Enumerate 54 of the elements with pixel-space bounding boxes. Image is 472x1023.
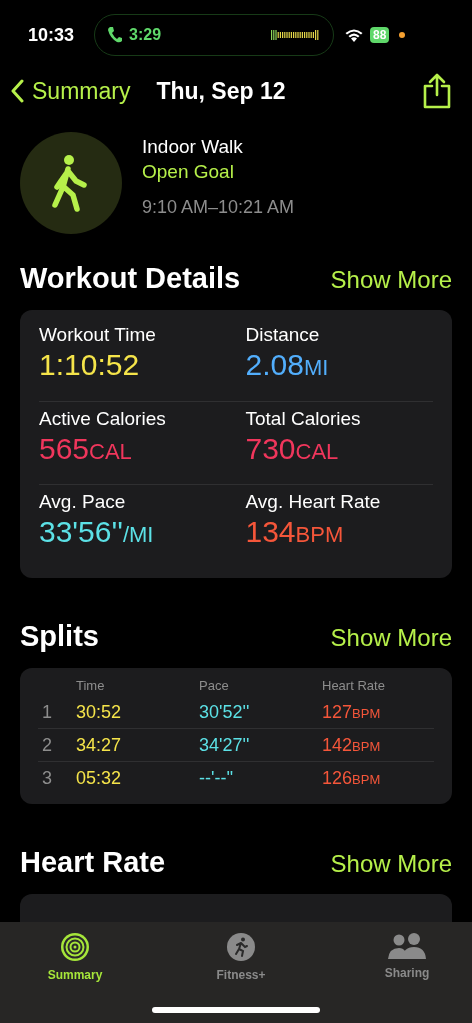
- stat-label: Workout Time: [39, 324, 157, 346]
- phone-icon: [107, 26, 123, 44]
- column-header: Time: [76, 677, 106, 693]
- split-number: 3: [41, 767, 53, 789]
- stat-value: 2.08MI: [245, 348, 330, 382]
- show-more-link[interactable]: Show More: [330, 624, 452, 652]
- split-pace: 34'27'': [199, 734, 251, 756]
- status-time: 10:33: [28, 24, 76, 46]
- split-time: 30:52: [76, 701, 123, 723]
- stat-value: 134BPM: [245, 515, 345, 550]
- split-time: 05:32: [76, 767, 123, 789]
- nav-title: Thu, Sep 12: [156, 77, 286, 105]
- stat-label: Active Calories: [39, 407, 167, 430]
- column-header: Heart Rate: [322, 677, 386, 693]
- privacy-dot: [399, 32, 406, 38]
- chevron-left-icon: [10, 79, 24, 103]
- split-pace: 30'52'': [199, 701, 251, 723]
- waveform-icon: [271, 28, 319, 42]
- wifi-icon: [344, 27, 364, 43]
- share-icon[interactable]: [422, 73, 452, 109]
- section-heading: Workout Details: [20, 262, 241, 295]
- tab[interactable]: Fitness+: [206, 932, 276, 982]
- rings-icon: [60, 932, 90, 962]
- runner-icon: [226, 932, 256, 962]
- split-number: 1: [41, 701, 53, 723]
- workout-goal: Open Goal: [142, 161, 235, 183]
- split-heart-rate: 127BPM: [322, 701, 382, 723]
- workout-time-range: 9:10 AM–10:21 AM: [142, 197, 295, 218]
- tab[interactable]: Summary: [40, 932, 110, 982]
- show-more-link[interactable]: Show More: [330, 850, 452, 878]
- stat-value: 1:10:52: [39, 348, 141, 382]
- section-heading: Splits: [20, 620, 99, 653]
- stat-label: Avg. Pace: [39, 491, 127, 514]
- battery-level: 88: [370, 27, 390, 43]
- call-duration: 3:29: [129, 26, 162, 44]
- stat-label: Distance: [245, 324, 321, 346]
- section-heading: Heart Rate: [20, 846, 166, 879]
- workout-name: Indoor Walk: [142, 136, 244, 158]
- split-heart-rate: 126BPM: [322, 767, 382, 789]
- show-more-link[interactable]: Show More: [330, 266, 452, 294]
- split-pace: --'--'': [199, 767, 235, 789]
- stat-value: 565CAL: [39, 431, 133, 466]
- tab[interactable]: Sharing: [372, 932, 442, 982]
- column-header: Pace: [199, 677, 230, 693]
- split-number: 2: [41, 734, 53, 756]
- call-pill[interactable]: 3:29: [94, 14, 334, 56]
- split-heart-rate: 142BPM: [322, 734, 382, 756]
- split-time: 34:27: [76, 734, 123, 756]
- people-icon: [387, 932, 427, 960]
- stat-value: 730CAL: [245, 431, 340, 466]
- stat-label: Total Calories: [245, 407, 362, 430]
- stat-value: 33'56''/MI: [39, 515, 155, 550]
- back-button[interactable]: Summary: [10, 77, 131, 105]
- stat-label: Avg. Heart Rate: [245, 491, 382, 514]
